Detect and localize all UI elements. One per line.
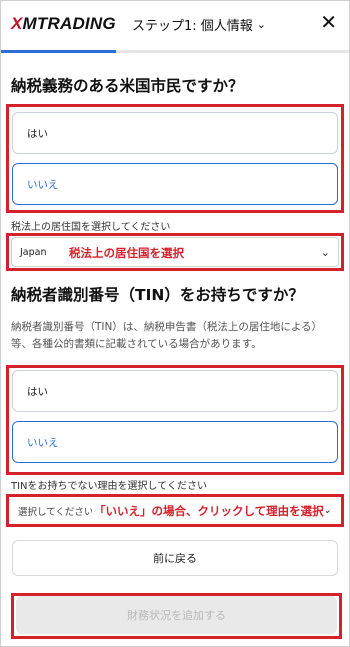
logo-text: MTRADING — [22, 14, 116, 33]
residence-value: Japan — [20, 246, 47, 258]
question-tin: 納税者識別番号（TIN）をお持ちですか？ — [11, 286, 304, 304]
back-button[interactable]: 前に戻る — [12, 540, 338, 576]
annotation-residence: 税法上の居住国を選択 — [67, 245, 186, 261]
reason-label: TINをお持ちでない理由を選択してください — [11, 481, 207, 492]
q2-option-no[interactable]: いいえ — [12, 421, 338, 463]
chevron-down-icon: ⌄ — [320, 246, 330, 259]
q1-option-yes[interactable]: はい — [12, 112, 338, 154]
chevron-down-icon: ⌄ — [256, 18, 267, 31]
question-us-citizen: 納税義務のある米国市民ですか？ — [11, 77, 244, 95]
step-label: ステップ1: 個人情報 — [132, 19, 253, 34]
residence-label: 税法上の居住国を選択してください — [11, 222, 171, 233]
reason-placeholder: 選択してください — [18, 506, 94, 518]
close-icon[interactable]: ✕ — [320, 10, 337, 34]
annotation-reason: 「いいえ」の場合、クリックして理由を選択 — [92, 503, 326, 519]
logo-mark: X — [11, 14, 23, 33]
tin-description: 納税者識別番号（TIN）は、納税申告書（税法上の居住地による）等、各種公的書類に… — [11, 321, 323, 350]
header: XMTRADING ステップ1: 個人情報 ⌄ ✕ — [1, 1, 349, 49]
xm-logo: XMTRADING — [11, 14, 116, 34]
q2-option-yes[interactable]: はい — [12, 370, 338, 412]
q1-option-no[interactable]: いいえ — [12, 163, 338, 205]
progress-fill — [1, 50, 116, 53]
add-financial-status-button[interactable]: 財務状況を追加する — [16, 596, 337, 634]
progress-bar — [1, 50, 349, 53]
step-selector[interactable]: ステップ1: 個人情報 ⌄ — [132, 15, 266, 34]
